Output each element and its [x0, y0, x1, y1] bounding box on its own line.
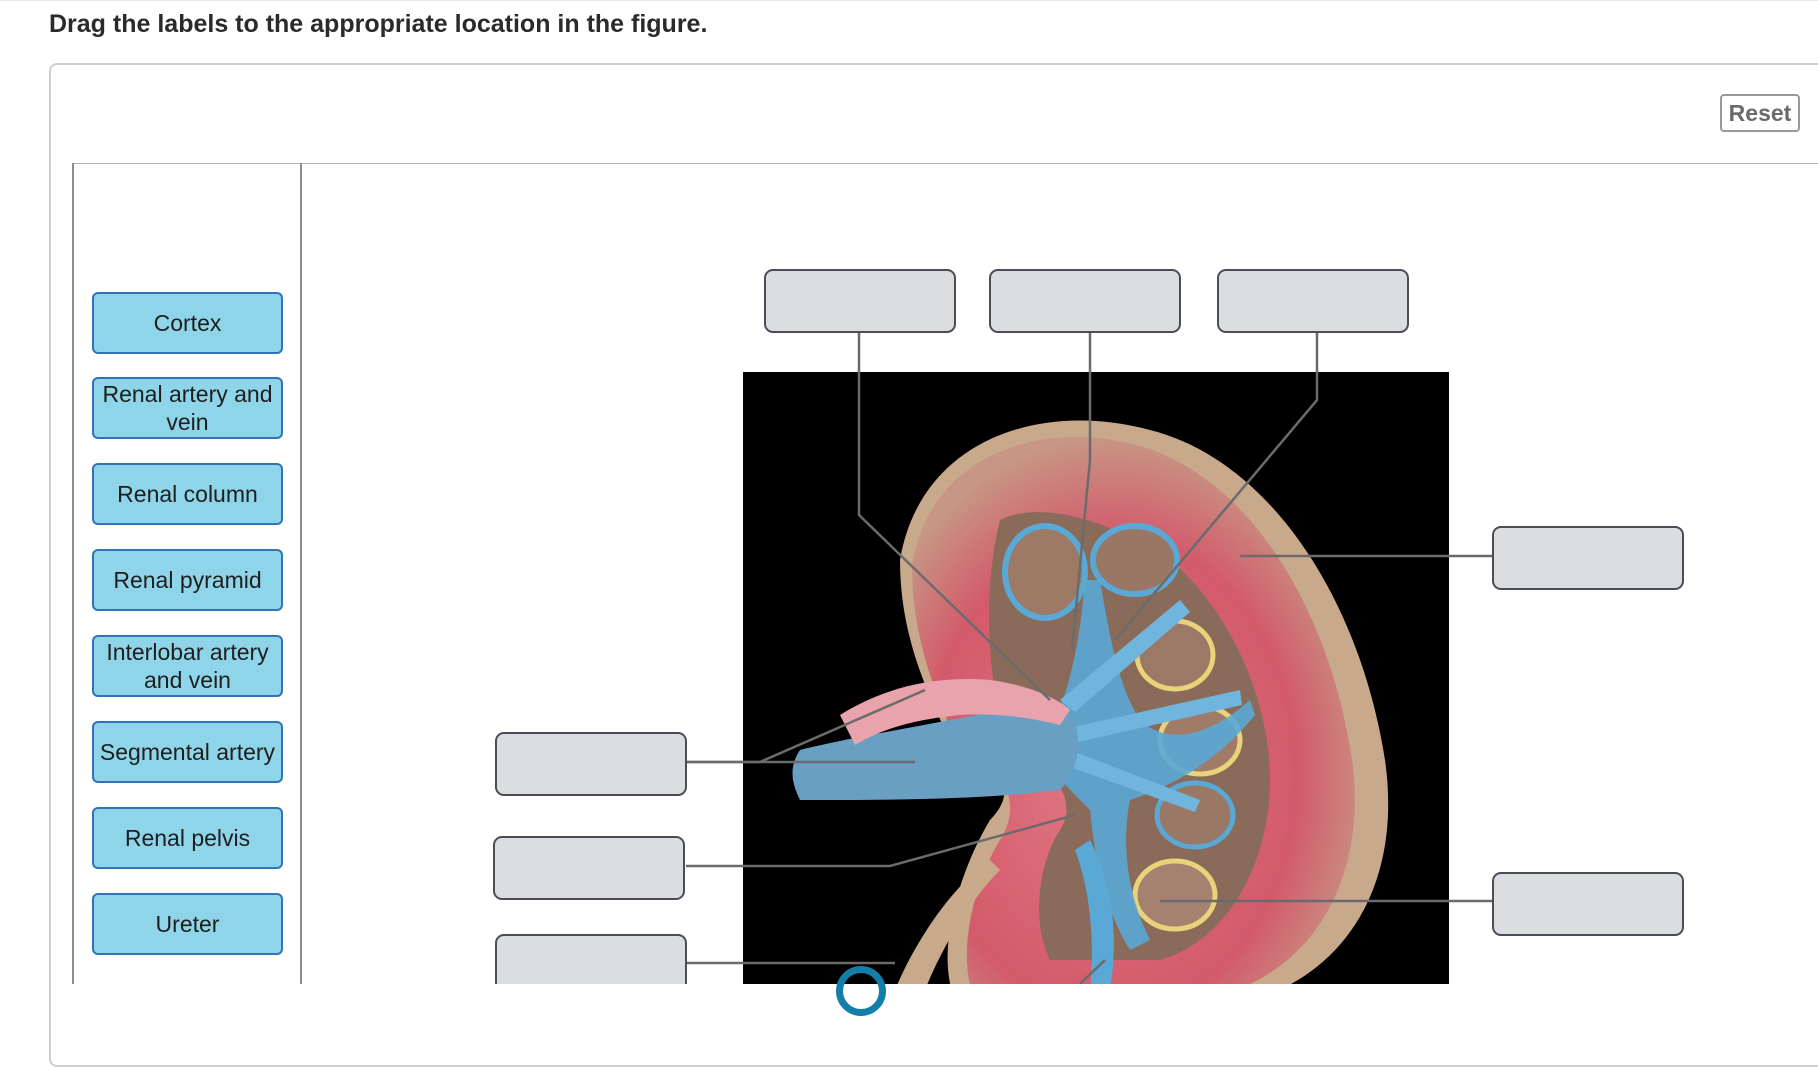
drop-target-top-right[interactable] — [1217, 269, 1409, 333]
scroll-indicator-icon[interactable] — [836, 966, 886, 1016]
drop-target-right-lower[interactable] — [1492, 872, 1684, 936]
renal-pyramid-1 — [1002, 523, 1088, 621]
drop-target-left-lower[interactable] — [495, 934, 687, 984]
drop-target-left-upper[interactable] — [495, 732, 687, 796]
drop-target-left-middle[interactable] — [493, 836, 685, 900]
renal-pyramid-2 — [1090, 523, 1180, 597]
renal-pyramid-6 — [1132, 858, 1218, 932]
kidney-figure — [493, 269, 1684, 984]
drop-target-top-left[interactable] — [764, 269, 956, 333]
drop-target-top-middle[interactable] — [989, 269, 1181, 333]
drop-target-right-upper[interactable] — [1492, 526, 1684, 590]
